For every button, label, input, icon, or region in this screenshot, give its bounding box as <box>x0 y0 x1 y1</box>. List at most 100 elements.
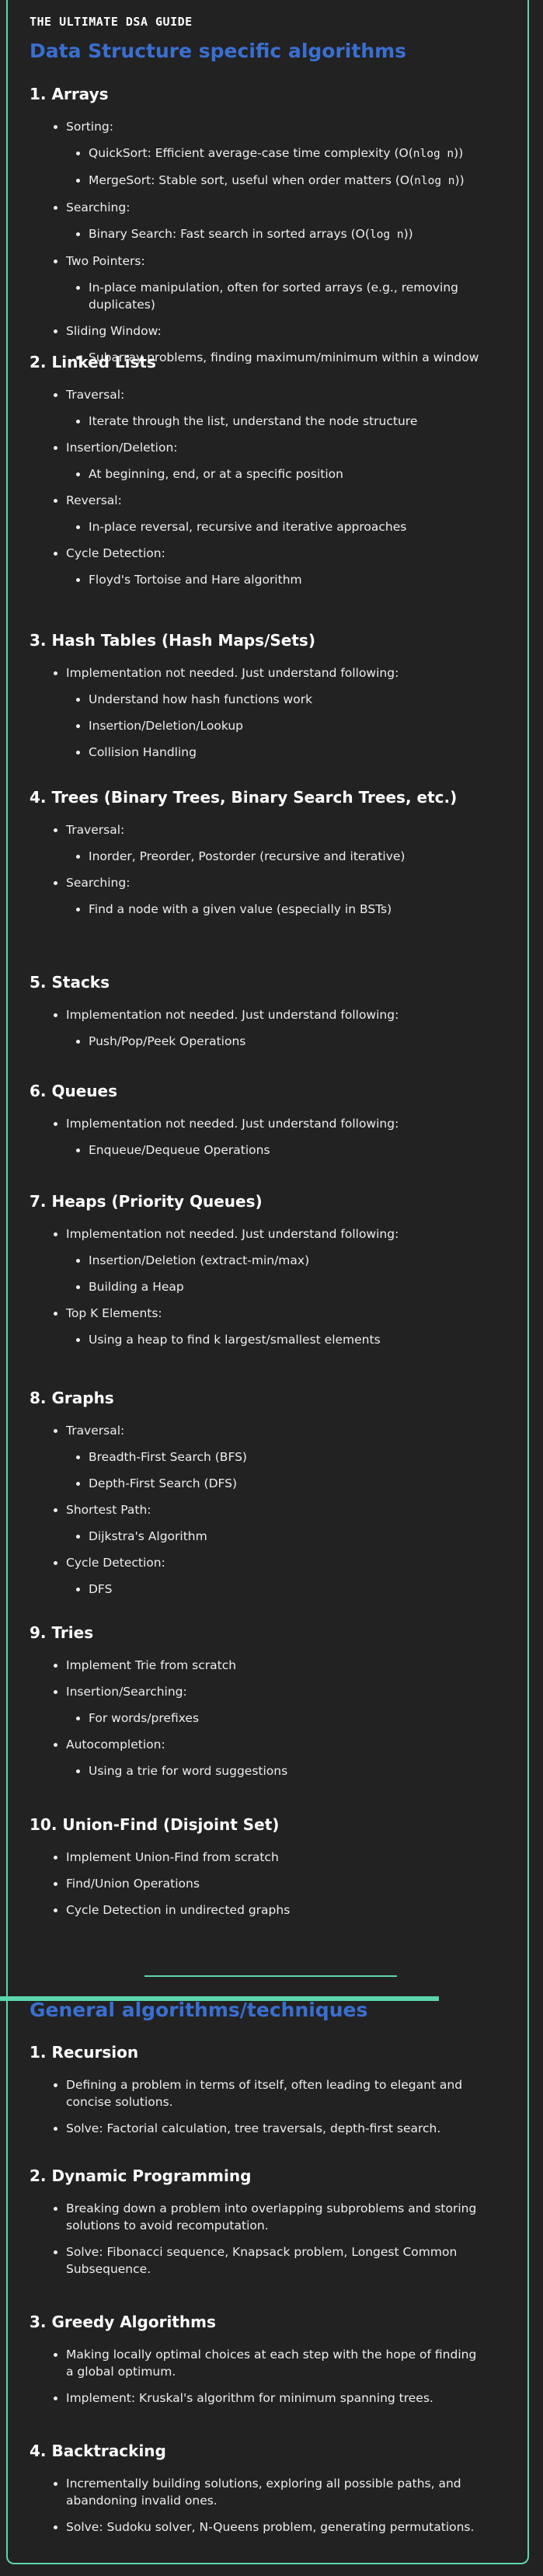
sub-list-item: QuickSort: Efficient average-case time c… <box>89 145 493 162</box>
list-item-label: Searching: <box>66 876 131 890</box>
ds-list: Implementation not needed. Just understa… <box>30 1225 511 1348</box>
list-item: Top K Elements: Using a heap to find k la… <box>66 1305 511 1348</box>
ds-list: Traversal: Iterate through the list, unde… <box>30 386 511 588</box>
section-title-ds: Data Structure specific algorithms <box>30 40 407 62</box>
sub-list-item: Insertion/Deletion (extract-min/max) <box>89 1252 493 1269</box>
list-item: Two Pointers: In-place manipulation, ofte… <box>66 253 511 313</box>
list-item: Searching: Binary Search: Fast search in … <box>66 199 511 243</box>
ds-section: 9. Tries Implement Trie from scratch Inser… <box>30 1622 511 1789</box>
ds-heading: 6. Queues <box>30 1082 117 1100</box>
list-item: Implementation not needed. Just understa… <box>66 664 511 761</box>
sub-list-item: Enqueue/Dequeue Operations <box>89 1142 493 1159</box>
sub-list: Enqueue/Dequeue Operations <box>66 1142 511 1159</box>
list-item-label: Implement Trie from scratch <box>66 1658 237 1672</box>
list-item-label: Insertion/Deletion: <box>66 441 178 455</box>
list-item: Cycle Detection: DFS <box>66 1554 511 1598</box>
general-heading: 2. Dynamic Programming <box>30 2166 252 2185</box>
list-item: Traversal: Iterate through the list, unde… <box>66 386 511 430</box>
list-item: Traversal: Inorder, Preorder, Postorder (… <box>66 821 511 865</box>
sub-list-item: MergeSort: Stable sort, useful when orde… <box>89 172 493 190</box>
sub-list-item: Understand how hash functions work <box>89 691 493 708</box>
ds-list: Implementation not needed. Just understa… <box>30 1115 511 1159</box>
list-item: Solve: Sudoku solver, N-Queens problem, … <box>66 2518 486 2536</box>
ds-section: 4. Trees (Binary Trees, Binary Search Tr… <box>30 786 511 927</box>
list-item-label: Implement Union-Find from scratch <box>66 1850 279 1864</box>
sub-list-item: Iterate through the list, understand the… <box>89 413 493 430</box>
sub-list-item: Binary Search: Fast search in sorted arr… <box>89 225 493 243</box>
list-item-label: Insertion/Searching: <box>66 1685 187 1699</box>
sub-list: Insertion/Deletion (extract-min/max) Buil… <box>66 1252 511 1295</box>
ds-list: Traversal: Breadth-First Search (BFS) Dept… <box>30 1422 511 1598</box>
sub-list: DFS <box>66 1581 511 1598</box>
sub-list: Using a trie for word suggestions <box>66 1762 511 1779</box>
ds-section: 3. Hash Tables (Hash Maps/Sets) Implement… <box>30 629 511 770</box>
list-item-label: Top K Elements: <box>66 1306 162 1320</box>
sub-list-item: Push/Pop/Peek Operations <box>89 1033 493 1050</box>
ds-heading: 9. Tries <box>30 1623 94 1642</box>
ds-heading: 4. Trees (Binary Trees, Binary Search Tr… <box>30 788 458 807</box>
ds-section: 6. Queues Implementation not needed. Just… <box>30 1080 511 1168</box>
sub-list: Iterate through the list, understand the… <box>66 413 511 430</box>
section-title-general: General algorithms/techniques <box>30 1999 368 2021</box>
ds-heading: 10. Union-Find (Disjoint Set) <box>30 1815 280 1834</box>
general-heading: 3. Greedy Algorithms <box>30 2313 216 2331</box>
sub-list: Using a heap to find k largest/smallest … <box>66 1331 511 1348</box>
list-item: Implement Trie from scratch <box>66 1657 511 1674</box>
sub-list: Inorder, Preorder, Postorder (recursive … <box>66 848 511 865</box>
section-divider-short <box>144 1975 397 1977</box>
list-item: Breaking down a problem into overlapping… <box>66 2200 486 2234</box>
sub-list-item: In-place manipulation, often for sorted … <box>89 279 493 313</box>
list-item-label: Cycle Detection: <box>66 1556 165 1570</box>
list-item-label: Sliding Window: <box>66 324 162 338</box>
ds-section: 7. Heaps (Priority Queues) Implementation… <box>30 1190 511 1358</box>
sub-list: In-place reversal, recursive and iterati… <box>66 518 511 535</box>
sub-list-item: Collision Handling <box>89 744 493 761</box>
list-item-label: Two Pointers: <box>66 254 145 268</box>
general-heading: 4. Backtracking <box>30 2442 166 2460</box>
list-item-label: Implementation not needed. Just understa… <box>66 1008 399 1022</box>
section-divider-long <box>0 1996 439 2001</box>
ds-list: Implementation not needed. Just understa… <box>30 1006 511 1050</box>
list-item: Insertion/Searching: For words/prefixes <box>66 1683 511 1727</box>
list-item: Implementation not needed. Just understa… <box>66 1006 511 1050</box>
ds-section: 2. Linked Lists Traversal: Iterate through… <box>30 351 511 598</box>
list-item: Reversal: In-place reversal, recursive an… <box>66 492 511 535</box>
list-item: Implementation not needed. Just understa… <box>66 1115 511 1159</box>
sub-list-item: Depth-First Search (DFS) <box>89 1475 493 1492</box>
list-item-label: Autocompletion: <box>66 1738 165 1752</box>
sub-list-item: Inorder, Preorder, Postorder (recursive … <box>89 848 493 865</box>
list-item: Incrementally building solutions, explor… <box>66 2475 486 2509</box>
sub-list-item: Breadth-First Search (BFS) <box>89 1448 493 1466</box>
sub-list-item: At beginning, end, or at a specific posi… <box>89 465 493 483</box>
general-list: Breaking down a problem into overlapping… <box>30 2200 511 2278</box>
general-section: 1. Recursion Defining a problem in terms … <box>30 2041 511 2146</box>
ds-heading: 3. Hash Tables (Hash Maps/Sets) <box>30 631 315 650</box>
ds-list: Implement Trie from scratch Insertion/Sea… <box>30 1657 511 1779</box>
sub-list: At beginning, end, or at a specific posi… <box>66 465 511 483</box>
ds-list: Implementation not needed. Just understa… <box>30 664 511 761</box>
ds-heading: 7. Heaps (Priority Queues) <box>30 1192 263 1211</box>
list-item: Solve: Factorial calculation, tree trave… <box>66 2120 486 2137</box>
sub-list-item: Insertion/Deletion/Lookup <box>89 717 493 734</box>
list-item-label: Implementation not needed. Just understa… <box>66 666 399 680</box>
sub-list: Floyd's Tortoise and Hare algorithm <box>66 571 511 588</box>
sub-list-item: Dijkstra's Algorithm <box>89 1528 493 1545</box>
list-item: Searching: Find a node with a given value… <box>66 874 511 918</box>
list-item: Cycle Detection: Floyd's Tortoise and Har… <box>66 545 511 588</box>
sub-list: Dijkstra's Algorithm <box>66 1528 511 1545</box>
sub-list-item: Floyd's Tortoise and Hare algorithm <box>89 571 493 588</box>
ds-list: Traversal: Inorder, Preorder, Postorder (… <box>30 821 511 918</box>
list-item-label: Reversal: <box>66 493 122 507</box>
list-item-label: Traversal: <box>66 388 125 402</box>
document-content: THE ULTIMATE DSA GUIDE Data Structure sp… <box>30 0 511 1917</box>
list-item: Autocompletion: Using a trie for word sug… <box>66 1736 511 1779</box>
sub-list-item: Find a node with a given value (especial… <box>89 901 493 918</box>
sub-list-item: Building a Heap <box>89 1278 493 1295</box>
general-heading: 1. Recursion <box>30 2043 139 2062</box>
general-section: 2. Dynamic Programming Breaking down a pr… <box>30 2165 511 2287</box>
list-item: Sorting: QuickSort: Efficient average-cas… <box>66 118 511 190</box>
list-item: Find/Union Operations <box>66 1875 511 1892</box>
list-item: Insertion/Deletion: At beginning, end, or… <box>66 439 511 483</box>
general-list: Defining a problem in terms of itself, o… <box>30 2076 511 2137</box>
ds-heading: 5. Stacks <box>30 973 110 992</box>
